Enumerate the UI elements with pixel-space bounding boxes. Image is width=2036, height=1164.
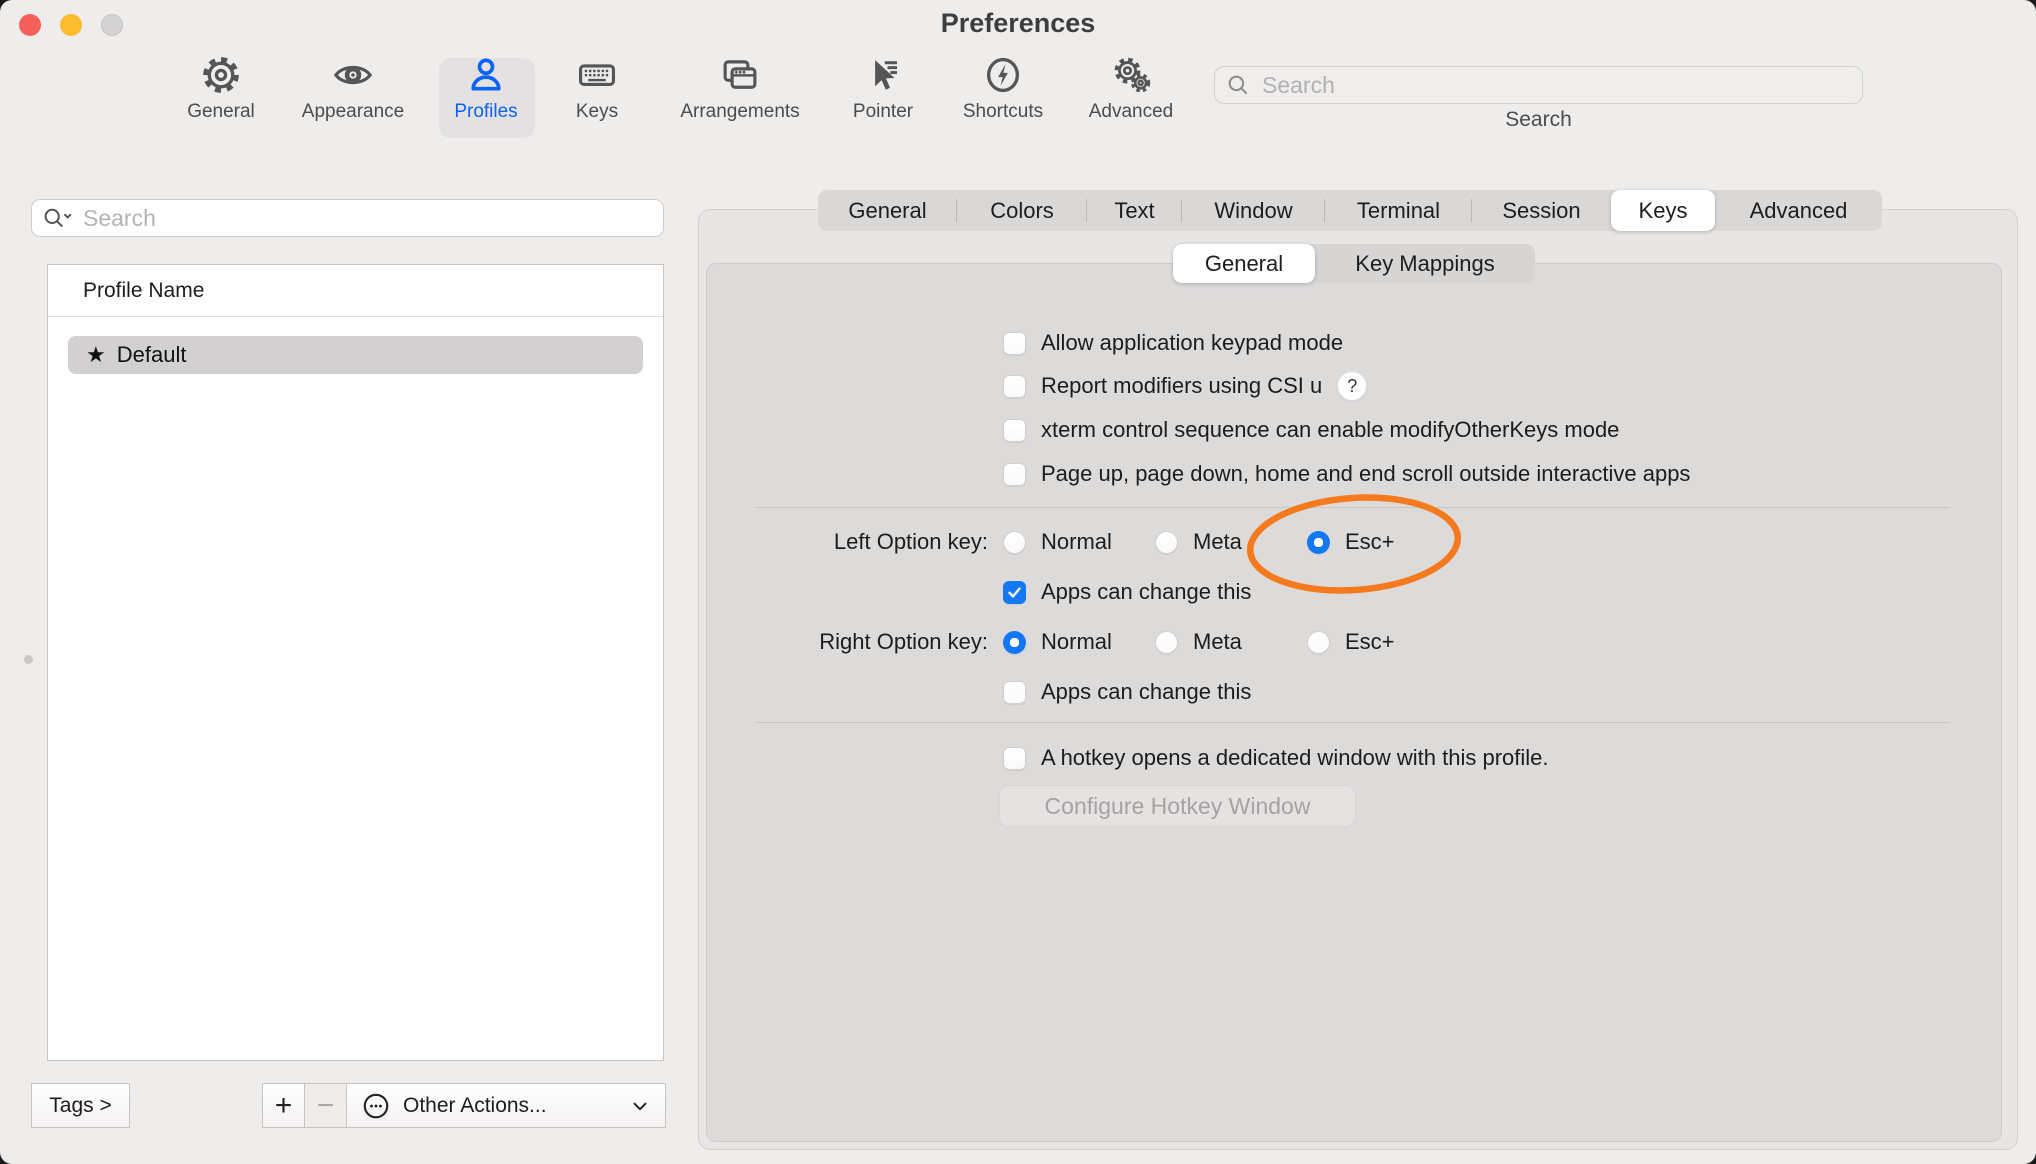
star-icon: ★ <box>86 342 106 368</box>
configure-hotkey-window-button[interactable]: Configure Hotkey Window <box>999 785 1356 827</box>
gear-icon <box>200 52 242 98</box>
toolbar-item-appearance[interactable]: Appearance <box>278 52 428 123</box>
radio-unselected[interactable] <box>1003 531 1026 554</box>
toolbar-item-keys[interactable]: Keys <box>522 52 672 123</box>
window-title: Preferences <box>0 8 2036 39</box>
checkbox-unchecked[interactable] <box>1003 375 1026 398</box>
right-option-key-label: Right Option key: <box>728 629 988 655</box>
other-actions-dropdown[interactable]: Other Actions... <box>346 1083 666 1128</box>
chevron-down-icon <box>629 1095 651 1117</box>
window-edge-dot <box>24 655 33 664</box>
toolbar-label: Pointer <box>853 101 913 123</box>
radio-unselected[interactable] <box>1155 631 1178 654</box>
divider <box>755 722 1950 723</box>
tab-advanced[interactable]: Advanced <box>1715 190 1882 231</box>
checkbox-unchecked[interactable] <box>1003 681 1026 704</box>
profile-tab-bar: General Colors Text Window Terminal Sess… <box>818 190 1882 231</box>
ellipsis-circle-icon <box>361 1091 391 1121</box>
preferences-window: Preferences General Appearance Profiles … <box>0 0 2036 1164</box>
profile-search-input[interactable] <box>81 204 654 233</box>
lightning-icon <box>982 52 1024 98</box>
double-gear-icon <box>1108 52 1154 98</box>
profile-search-field[interactable] <box>31 199 664 237</box>
profile-row-default[interactable]: ★ Default <box>68 336 643 374</box>
toolbar-label: Arrangements <box>680 101 799 123</box>
tab-general[interactable]: General <box>818 190 957 231</box>
right-option-esc-radio[interactable]: Esc+ <box>1307 629 1395 655</box>
left-option-normal-radio[interactable]: Normal <box>1003 529 1112 555</box>
checkbox-row-keypad-mode[interactable]: Allow application keypad mode <box>1003 330 1343 356</box>
keyboard-icon <box>574 52 620 98</box>
toolbar-label: Appearance <box>302 101 404 123</box>
tab-terminal[interactable]: Terminal <box>1325 190 1472 231</box>
right-option-normal-radio[interactable]: Normal <box>1003 629 1112 655</box>
toolbar-item-arrangements[interactable]: Arrangements <box>665 52 815 123</box>
help-button[interactable]: ? <box>1337 371 1367 401</box>
left-option-esc-radio[interactable]: Esc+ <box>1307 529 1395 555</box>
right-option-meta-radio[interactable]: Meta <box>1155 629 1242 655</box>
profile-list: Profile Name ★ Default <box>47 264 664 1061</box>
tab-keys[interactable]: Keys <box>1611 190 1715 231</box>
toolbar-search-caption: Search <box>1214 108 1863 132</box>
search-icon <box>1225 72 1251 98</box>
toolbar-search-input[interactable] <box>1260 71 1852 100</box>
radio-unselected[interactable] <box>1155 531 1178 554</box>
add-profile-button[interactable]: + <box>262 1083 305 1128</box>
right-option-apps-can-change[interactable]: Apps can change this <box>1003 679 1251 705</box>
checkbox-unchecked[interactable] <box>1003 419 1026 442</box>
checkbox-row-page-scroll[interactable]: Page up, page down, home and end scroll … <box>1003 461 1690 487</box>
checkbox-row-csi-u[interactable]: Report modifiers using CSI u ? <box>1003 371 1367 401</box>
left-option-meta-radio[interactable]: Meta <box>1155 529 1242 555</box>
tab-window[interactable]: Window <box>1182 190 1325 231</box>
toolbar-item-general[interactable]: General <box>146 52 296 123</box>
toolbar-label: Profiles <box>454 101 517 123</box>
checkbox-unchecked[interactable] <box>1003 463 1026 486</box>
checkbox-unchecked[interactable] <box>1003 747 1026 770</box>
divider <box>755 507 1950 508</box>
keys-general-content: Allow application keypad mode Report mod… <box>706 263 2002 1142</box>
tab-text[interactable]: Text <box>1087 190 1182 231</box>
radio-unselected[interactable] <box>1307 631 1330 654</box>
left-option-key-label: Left Option key: <box>728 529 988 555</box>
toolbar-label: Shortcuts <box>963 101 1043 123</box>
toolbar-item-advanced[interactable]: Advanced <box>1056 52 1206 123</box>
toolbar-search-field[interactable] <box>1214 66 1863 104</box>
toolbar-label: Advanced <box>1089 101 1174 123</box>
checkbox-row-modify-other-keys[interactable]: xterm control sequence can enable modify… <box>1003 417 1619 443</box>
other-actions-label: Other Actions... <box>403 1094 547 1118</box>
cursor-icon <box>862 52 904 98</box>
windows-icon <box>718 52 762 98</box>
search-scope-icon <box>41 205 73 231</box>
person-icon <box>465 52 507 98</box>
checkbox-unchecked[interactable] <box>1003 332 1026 355</box>
left-option-apps-can-change[interactable]: Apps can change this <box>1003 579 1251 605</box>
tags-button[interactable]: Tags > <box>31 1083 130 1128</box>
sidebar-bottom-bar: Tags > + − Other Actions... <box>31 1083 664 1128</box>
eye-icon <box>330 52 376 98</box>
radio-selected[interactable] <box>1003 631 1026 654</box>
radio-selected[interactable] <box>1307 531 1330 554</box>
tab-session[interactable]: Session <box>1472 190 1611 231</box>
tab-colors[interactable]: Colors <box>957 190 1087 231</box>
remove-profile-button[interactable]: − <box>304 1083 347 1128</box>
hotkey-checkbox-row[interactable]: A hotkey opens a dedicated window with t… <box>1003 745 1549 771</box>
checkbox-checked[interactable] <box>1003 581 1026 604</box>
profile-name: Default <box>117 342 187 368</box>
toolbar-label: Keys <box>576 101 618 123</box>
profile-list-header: Profile Name <box>48 265 663 317</box>
toolbar-label: General <box>187 101 255 123</box>
